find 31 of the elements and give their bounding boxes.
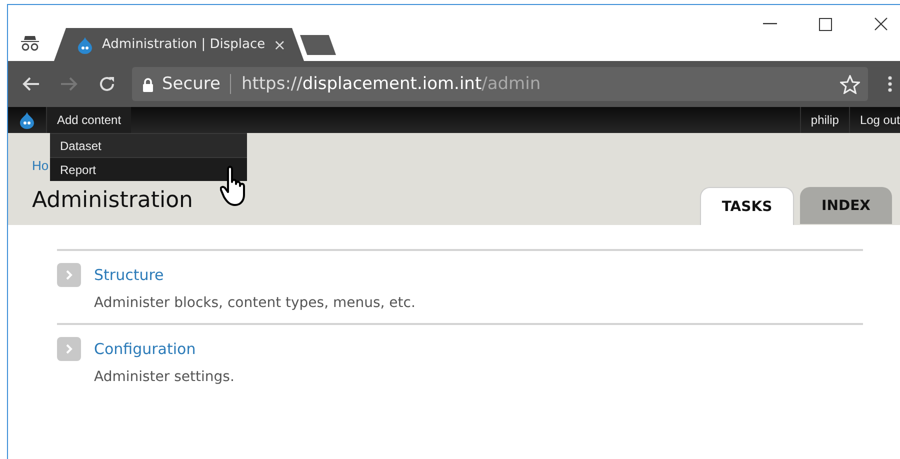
address-field[interactable]: Secure https://displacement.iom.int/admin <box>132 67 868 101</box>
menu-icon[interactable] <box>888 76 892 92</box>
section-description: Administer blocks, content types, menus, etc. <box>94 295 416 311</box>
maximize-icon[interactable] <box>819 18 832 30</box>
section-link[interactable]: Structure <box>94 266 164 284</box>
tab[interactable]: TASKS <box>700 187 794 225</box>
close-tab-button[interactable]: × <box>273 36 286 54</box>
chevron-icon <box>57 337 81 361</box>
toolbar-link[interactable]: Add content <box>46 107 132 133</box>
drop-logo-icon[interactable] <box>18 111 36 129</box>
section-link[interactable]: Configuration <box>94 340 196 358</box>
url-scheme: https:// <box>241 74 302 94</box>
drop-logo-icon <box>76 36 94 54</box>
tab[interactable]: INDEX <box>800 187 892 224</box>
url-path: /admin <box>482 74 541 94</box>
browser-tab[interactable]: Administration | Displace × <box>54 28 304 61</box>
new-tab-button[interactable] <box>300 35 336 55</box>
reload-icon[interactable] <box>98 75 116 93</box>
minimize-icon[interactable] <box>763 23 777 25</box>
chevron-icon <box>57 263 81 287</box>
incognito-icon <box>20 35 40 51</box>
lock-icon <box>142 76 154 92</box>
page-title: Administration <box>32 188 193 213</box>
section-description: Administer settings. <box>94 369 236 385</box>
url-host: displacement.iom.int <box>302 74 482 94</box>
close-icon[interactable] <box>874 17 888 31</box>
bookmark-star-icon[interactable] <box>840 74 860 94</box>
back-arrow-icon[interactable] <box>22 76 40 92</box>
secure-label: Secure <box>162 74 220 94</box>
menu-item[interactable]: Report <box>50 157 247 181</box>
tab-title: Administration | Displace <box>102 37 266 52</box>
